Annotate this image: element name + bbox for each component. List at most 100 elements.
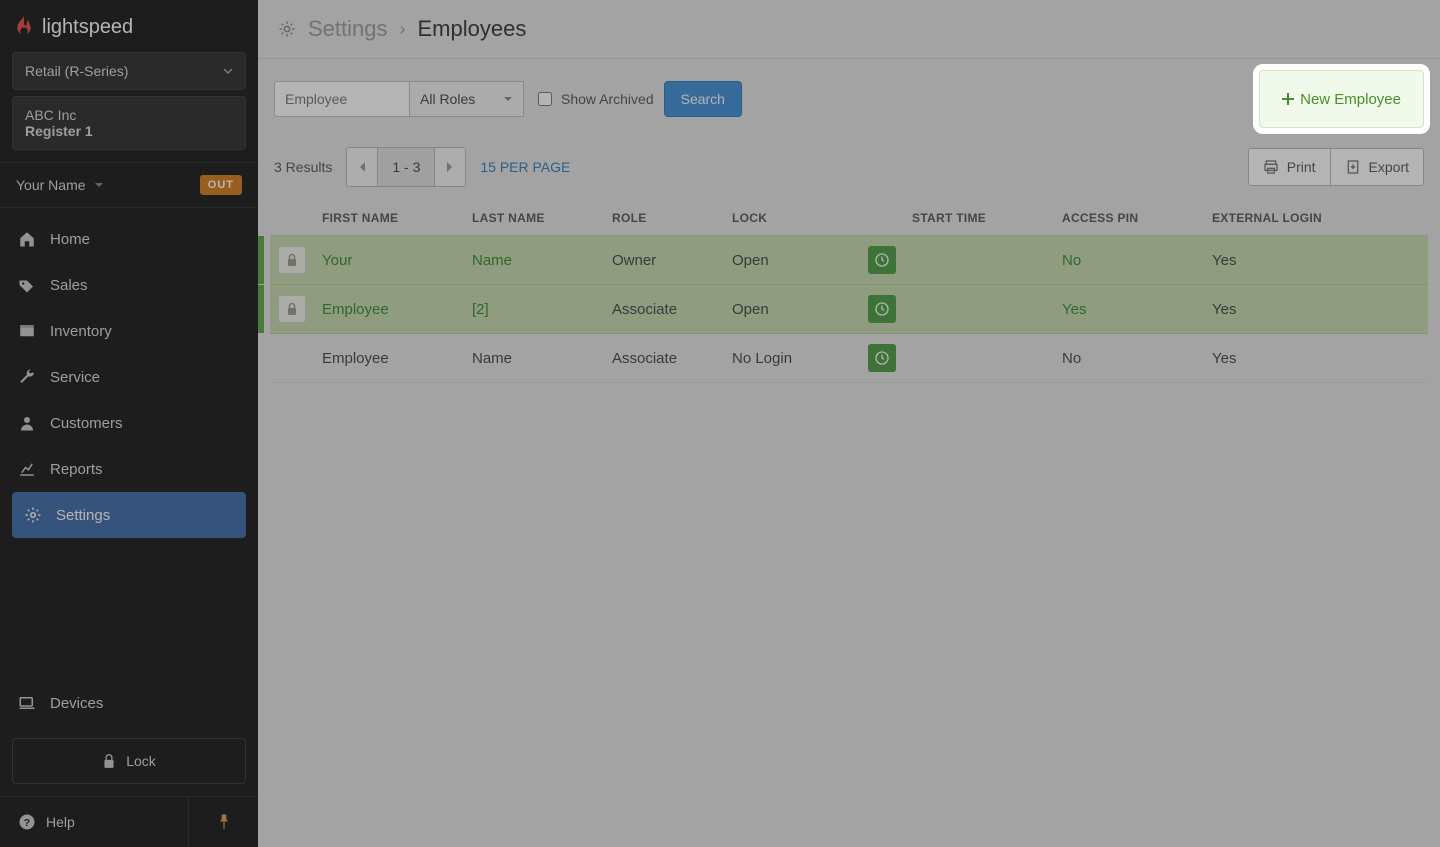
print-button[interactable]: Print: [1248, 148, 1331, 186]
cell-last-name[interactable]: Name: [472, 252, 512, 269]
breadcrumb-parent[interactable]: Settings: [308, 16, 388, 42]
new-employee-label: New Employee: [1300, 91, 1401, 108]
search-button[interactable]: Search: [664, 81, 742, 117]
gear-icon: [278, 20, 296, 38]
show-archived-checkbox[interactable]: [538, 92, 552, 106]
nav-label: Sales: [50, 277, 88, 294]
new-employee-button[interactable]: New Employee: [1259, 70, 1424, 128]
sidebar-item-sales[interactable]: Sales: [0, 262, 258, 308]
nav-label: Service: [50, 369, 100, 386]
role-select-label: All Roles: [420, 91, 475, 107]
sidebar-item-home[interactable]: Home: [0, 216, 258, 262]
chevron-right-icon: ›: [400, 19, 406, 40]
main: Settings › Employees All Roles Show Arch…: [258, 0, 1440, 847]
cell-first-name[interactable]: Your: [322, 252, 352, 269]
show-archived-toggle[interactable]: Show Archived: [534, 89, 654, 109]
sidebar-item-customers[interactable]: Customers: [0, 400, 258, 446]
sidebar: lightspeed Retail (R-Series) ABC Inc Reg…: [0, 0, 258, 847]
cell-start-time: [904, 334, 1054, 383]
th-ext[interactable]: EXTERNAL LOGIN: [1204, 201, 1428, 236]
home-icon: [18, 230, 36, 248]
shop-selector[interactable]: Retail (R-Series): [12, 52, 246, 90]
sidebar-item-reports[interactable]: Reports: [0, 446, 258, 492]
cell-first-name[interactable]: Employee: [322, 301, 389, 318]
th-start[interactable]: START TIME: [904, 201, 1054, 236]
clock-icon: [874, 350, 890, 366]
cell-lock: No Login: [724, 334, 904, 383]
employees-table: FIRST NAME LAST NAME ROLE LOCK START TIM…: [270, 201, 1428, 383]
help-label: Help: [46, 814, 75, 830]
inventory-icon: [18, 322, 36, 340]
pager-prev[interactable]: [347, 148, 377, 186]
table-row[interactable]: YourNameOwnerOpenNoYes: [270, 236, 1428, 285]
cell-role: Associate: [604, 285, 724, 334]
devices-icon: [18, 694, 36, 712]
user-icon: [18, 414, 36, 432]
pin-sidebar-button[interactable]: [188, 797, 258, 847]
chart-icon: [18, 460, 36, 478]
row-lock-indicator: [278, 246, 306, 274]
question-icon: ?: [18, 813, 36, 831]
wrench-icon: [18, 368, 36, 386]
th-role[interactable]: ROLE: [604, 201, 724, 236]
nav-label: Inventory: [50, 323, 112, 340]
breadcrumb-current: Employees: [418, 16, 527, 42]
flame-icon: [14, 14, 34, 40]
cell-external-login: Yes: [1204, 236, 1428, 285]
export-label: Export: [1369, 159, 1409, 175]
nav-label: Home: [50, 231, 90, 248]
th-first[interactable]: FIRST NAME: [314, 201, 464, 236]
lock-icon: [286, 302, 298, 316]
row-lock-indicator: [278, 295, 306, 323]
clock-button[interactable]: [868, 344, 896, 372]
cell-access-pin: No: [1054, 236, 1204, 285]
help-button[interactable]: ? Help: [0, 797, 188, 847]
th-lock[interactable]: LOCK: [724, 201, 904, 236]
sidebar-bottom: Devices Lock ? Help: [0, 680, 258, 847]
brand-text: lightspeed: [42, 16, 133, 39]
results-count: 3 Results: [274, 159, 332, 175]
clock-icon: [874, 252, 890, 268]
chevron-down-icon: [223, 66, 233, 76]
pager-range[interactable]: 1 - 3: [377, 148, 435, 186]
cell-last-name[interactable]: [2]: [472, 301, 489, 318]
print-icon: [1263, 159, 1279, 175]
sidebar-item-service[interactable]: Service: [0, 354, 258, 400]
clock-button[interactable]: [868, 246, 896, 274]
caret-right-icon: [446, 161, 454, 173]
th-last[interactable]: LAST NAME: [464, 201, 604, 236]
table-row[interactable]: Employee[2]AssociateOpenYesYes: [270, 285, 1428, 334]
export-button[interactable]: Export: [1331, 148, 1424, 186]
clock-icon: [874, 301, 890, 317]
caret-down-icon: [503, 94, 513, 104]
shop-selector-label: Retail (R-Series): [25, 63, 128, 79]
sidebar-item-settings[interactable]: Settings: [12, 492, 246, 538]
lock-icon: [102, 753, 116, 769]
cell-first-name: Employee: [322, 350, 389, 367]
role-select[interactable]: All Roles: [410, 81, 524, 117]
pager-next[interactable]: [435, 148, 465, 186]
caret-down-icon: [94, 180, 104, 190]
user-menu[interactable]: Your Name: [16, 177, 104, 193]
lock-label: Lock: [126, 753, 156, 769]
search-input[interactable]: [274, 81, 410, 117]
clock-button[interactable]: [868, 295, 896, 323]
shop-company: ABC Inc: [25, 107, 233, 123]
help-row: ? Help: [0, 796, 258, 847]
lock-icon: [286, 253, 298, 267]
plus-icon: [1282, 93, 1294, 105]
sidebar-item-devices[interactable]: Devices: [0, 680, 258, 726]
status-badge[interactable]: OUT: [200, 175, 242, 195]
cell-role: Owner: [604, 236, 724, 285]
nav-label: Customers: [50, 415, 123, 432]
nav: Home Sales Inventory Service Customers R…: [0, 208, 258, 680]
table-row[interactable]: EmployeeNameAssociateNo LoginNoYes: [270, 334, 1428, 383]
th-pin[interactable]: ACCESS PIN: [1054, 201, 1204, 236]
sidebar-item-inventory[interactable]: Inventory: [0, 308, 258, 354]
cell-last-name: Name: [472, 350, 512, 367]
list-toolbar: 3 Results 1 - 3 15 PER PAGE Print Export: [258, 139, 1440, 201]
per-page-link[interactable]: 15 PER PAGE: [480, 159, 570, 175]
nav-label: Settings: [56, 507, 110, 524]
lock-button[interactable]: Lock: [12, 738, 246, 784]
tag-icon: [18, 276, 36, 294]
